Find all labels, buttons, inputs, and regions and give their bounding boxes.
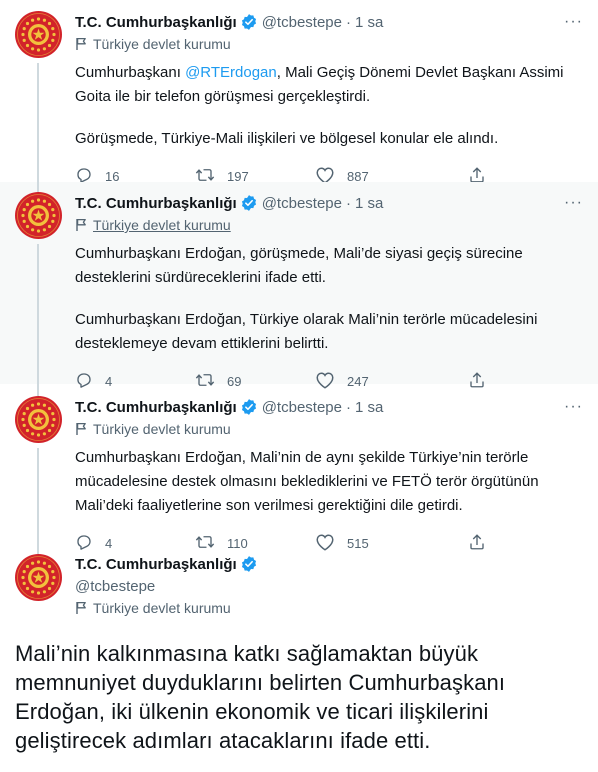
tweet[interactable]: T.C. Cumhurbaşkanlığı @tcbestepe · 1 sa … xyxy=(0,0,598,193)
flag-icon xyxy=(75,218,88,232)
account-label[interactable]: Türkiye devlet kurumu xyxy=(93,421,231,437)
tweet-text-segment: Görüşmede, Türkiye-Mali ilişkileri ve bö… xyxy=(75,130,499,147)
tweet-text: Cumhurbaşkanı Erdoğan, görüşmede, Mali’d… xyxy=(75,242,583,356)
presidential-seal-icon xyxy=(17,556,60,599)
flag-icon xyxy=(75,37,88,51)
tweet-time[interactable]: 1 sa xyxy=(355,195,383,212)
mention-link[interactable]: @RTErdogan xyxy=(185,64,277,81)
presidential-seal-icon xyxy=(17,398,60,441)
separator-dot: · xyxy=(345,13,351,31)
account-handle[interactable]: @tcbestepe xyxy=(75,578,155,595)
thread-connector-line xyxy=(37,182,39,192)
tweet-time[interactable]: 1 sa xyxy=(355,399,383,416)
presidential-seal-icon xyxy=(17,194,60,237)
avatar[interactable] xyxy=(15,554,62,601)
main-tweet-text: Mali’nin kalkınmasına katkı sağlamaktan … xyxy=(15,641,506,753)
thread-connector-line xyxy=(37,384,39,396)
tweet-text: Cumhurbaşkanı @RTErdogan, Mali Geçiş Dön… xyxy=(75,61,583,151)
avatar[interactable] xyxy=(15,192,62,239)
account-handle[interactable]: @tcbestepe xyxy=(262,399,342,416)
verified-badge-icon xyxy=(240,13,258,31)
avatar[interactable] xyxy=(15,396,62,443)
account-name[interactable]: T.C. Cumhurbaşkanlığı xyxy=(75,399,237,416)
thread-connector-line xyxy=(37,63,39,193)
presidential-seal-icon xyxy=(17,13,60,56)
tweet[interactable]: T.C. Cumhurbaşkanlığı @tcbestepe · 1 sa … xyxy=(0,384,598,558)
account-label[interactable]: Türkiye devlet kurumu xyxy=(93,600,231,616)
tweet[interactable]: T.C. Cumhurbaşkanlığı @tcbestepe · 1 sa … xyxy=(0,182,598,394)
more-icon[interactable]: ··· xyxy=(564,194,583,212)
flag-icon xyxy=(75,601,88,615)
tweet-text-segment: Cumhurbaşkanı xyxy=(75,64,186,81)
account-name[interactable]: T.C. Cumhurbaşkanlığı xyxy=(75,14,237,31)
verified-badge-icon xyxy=(240,398,258,416)
tweet-text: Cumhurbaşkanı Erdoğan, Mali’nin de aynı … xyxy=(75,446,583,518)
verified-badge-icon xyxy=(240,194,258,212)
account-name[interactable]: T.C. Cumhurbaşkanlığı xyxy=(75,195,237,212)
thread-connector-line xyxy=(37,244,39,394)
tweet-time[interactable]: 1 sa xyxy=(355,14,383,31)
separator-dot: · xyxy=(345,398,351,416)
thread-connector-line xyxy=(37,542,39,554)
tweet-thread: T.C. Cumhurbaşkanlığı @tcbestepe · 1 sa … xyxy=(0,0,598,755)
avatar[interactable] xyxy=(15,11,62,58)
more-icon[interactable]: ··· xyxy=(564,398,583,416)
account-name[interactable]: T.C. Cumhurbaşkanlığı xyxy=(75,556,237,573)
account-handle[interactable]: @tcbestepe xyxy=(262,195,342,212)
main-tweet[interactable]: T.C. Cumhurbaşkanlığı @tcbestepe Türkiye… xyxy=(0,542,598,619)
account-label[interactable]: Türkiye devlet kurumu xyxy=(93,36,231,52)
flag-icon xyxy=(75,422,88,436)
tweet-text-segment: Cumhurbaşkanı Erdoğan, görüşmede, Mali’d… xyxy=(75,245,523,286)
tweet-text-segment: Cumhurbaşkanı Erdoğan, Mali’nin de aynı … xyxy=(75,449,539,514)
separator-dot: · xyxy=(345,194,351,212)
verified-badge-icon xyxy=(240,555,258,573)
tweet-text-segment: Cumhurbaşkanı Erdoğan, Türkiye olarak Ma… xyxy=(75,311,538,352)
account-handle[interactable]: @tcbestepe xyxy=(262,14,342,31)
more-icon[interactable]: ··· xyxy=(564,13,583,31)
account-label[interactable]: Türkiye devlet kurumu xyxy=(93,217,231,233)
